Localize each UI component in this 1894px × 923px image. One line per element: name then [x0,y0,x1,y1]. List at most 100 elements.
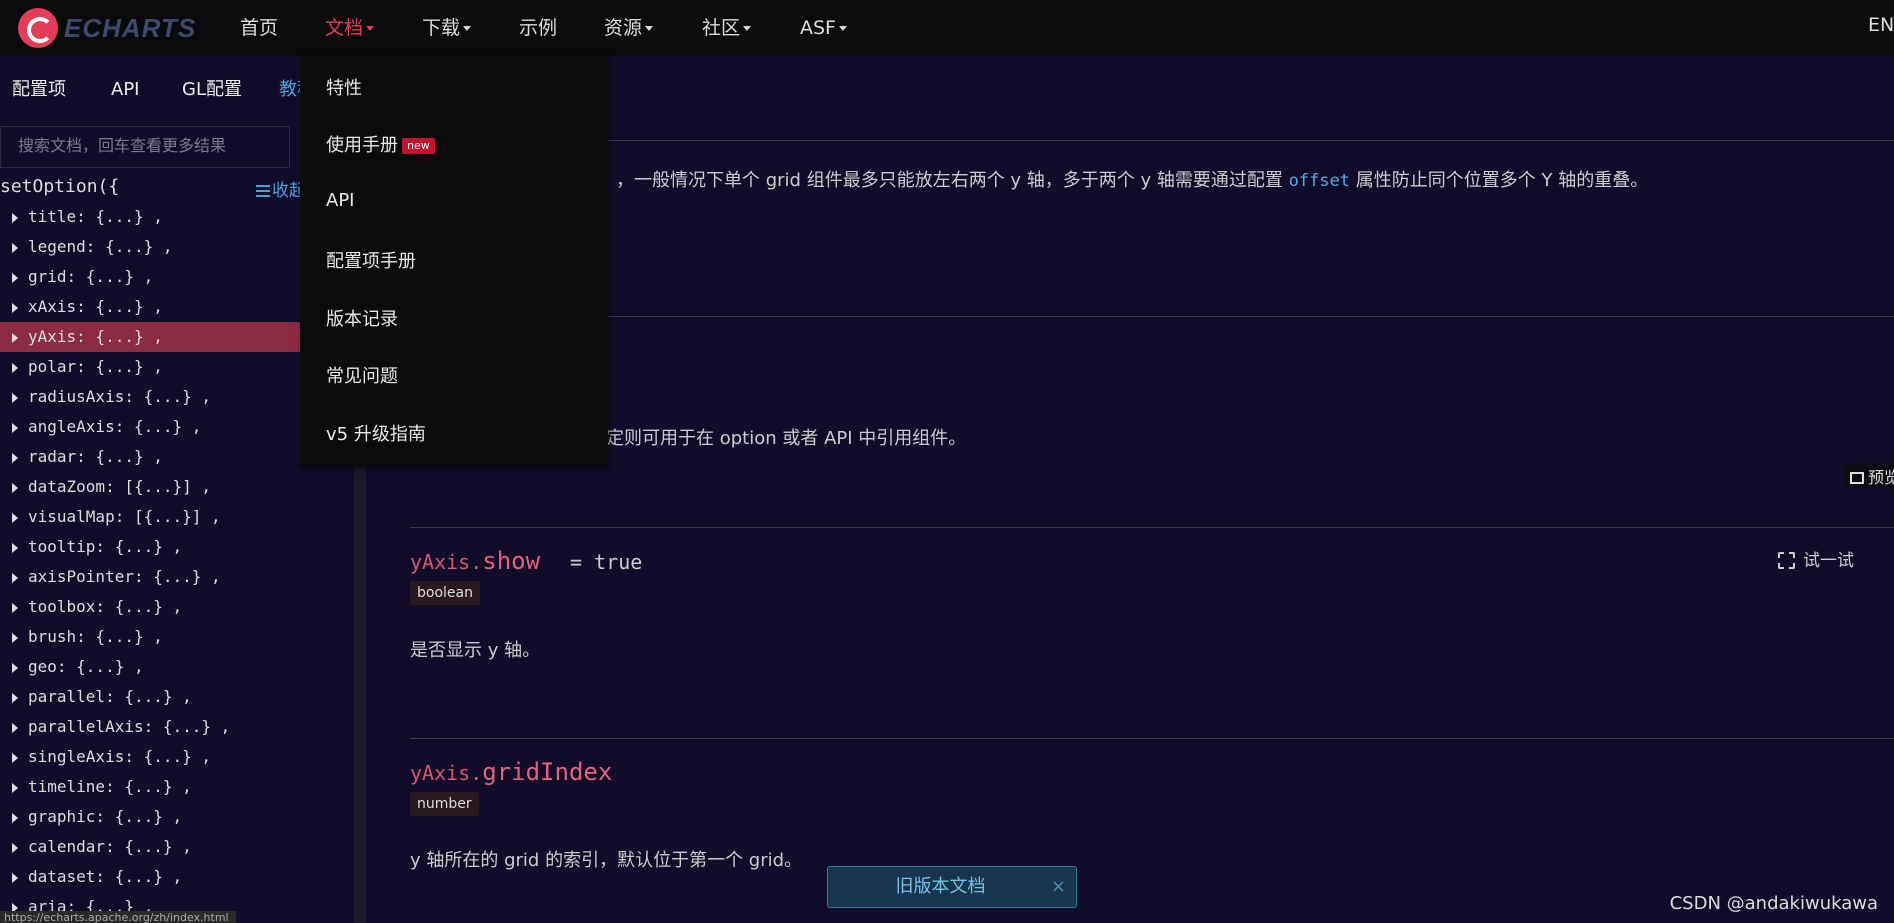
tree-item[interactable]: toolbox: {...} , [0,592,300,622]
echarts-logo-icon [18,8,58,48]
menu-item-handbook[interactable]: 使用手册 new [326,131,435,157]
nav-resources[interactable]: 资源 [604,14,654,42]
preview-button[interactable]: 预览 [1844,464,1894,488]
tree-item[interactable]: xAxis: {...} , [0,292,300,322]
expand-triangle-icon[interactable] [12,512,18,523]
expand-triangle-icon[interactable] [12,722,18,733]
logo-text: ECHARTS [64,12,197,43]
tree-item-label: xAxis: {...} , [28,297,163,316]
expand-triangle-icon[interactable] [12,752,18,763]
tree-item-label: timeline: {...} , [28,777,192,796]
expand-triangle-icon[interactable] [12,272,18,283]
expand-triangle-icon[interactable] [12,812,18,823]
expand-triangle-icon[interactable] [12,662,18,673]
expand-triangle-icon[interactable] [12,362,18,373]
menu-item-v5-upgrade[interactable]: v5 升级指南 [326,420,426,446]
expand-triangle-icon[interactable] [12,542,18,553]
tree-item[interactable]: title: {...} , [0,202,300,232]
expand-triangle-icon[interactable] [12,332,18,343]
expand-triangle-icon[interactable] [12,872,18,883]
option-description: 是否显示 y 轴。 [410,640,541,661]
tree-item-label: radiusAxis: {...} , [28,387,212,406]
divider [410,527,1894,528]
expand-triangle-icon[interactable] [12,782,18,793]
id-description: 定则可用于在 option 或者 API 中引用组件。 [606,428,967,449]
expand-triangle-icon[interactable] [12,302,18,313]
expand-triangle-icon[interactable] [12,842,18,853]
type-badge: boolean [410,581,480,605]
tree-item[interactable]: parallel: {...} , [0,682,300,712]
tree-item[interactable]: angleAxis: {...} , [0,412,300,442]
expand-triangle-icon[interactable] [12,422,18,433]
tree-item[interactable]: axisPointer: {...} , [0,562,300,592]
tree-item-label: geo: {...} , [28,657,144,676]
close-icon[interactable]: × [1051,867,1066,907]
legacy-docs-link[interactable]: 旧版本文档 [828,867,1053,907]
tree-item[interactable]: grid: {...} , [0,262,300,292]
preview-icon [1850,472,1864,484]
tree-item[interactable]: calendar: {...} , [0,832,300,862]
expand-triangle-icon[interactable] [12,692,18,703]
sidebar: 配置项 API GL配置 教程 setOption({ 收起 title: {.… [0,56,300,923]
option-description: y 轴所在的 grid 的索引，默认位于第一个 grid。 [410,850,803,871]
tree-item-label: dataset: {...} , [28,867,183,886]
tree-item[interactable]: graphic: {...} , [0,802,300,832]
type-badge: number [410,792,479,816]
tree-item[interactable]: radiusAxis: {...} , [0,382,300,412]
nav-docs[interactable]: 文档 [325,14,375,42]
tab-api[interactable]: API [111,70,139,110]
expand-triangle-icon[interactable] [12,452,18,463]
menu-item-faq[interactable]: 常见问题 [326,362,398,388]
tree-item[interactable]: brush: {...} , [0,622,300,652]
option-heading-gridindex: yAxis.gridIndex [410,758,613,786]
try-it-button[interactable]: 试一试 [1778,546,1854,571]
tree-item[interactable]: yAxis: {...} , [0,322,300,352]
collapse-button[interactable]: 收起 [256,176,300,201]
expand-triangle-icon[interactable] [12,212,18,223]
nav-asf[interactable]: ASF [800,14,847,42]
status-bar-url: https://echarts.apache.org/zh/index.html [0,911,236,923]
expand-triangle-icon[interactable] [12,572,18,583]
tree-item[interactable]: tooltip: {...} , [0,532,300,562]
divider [410,738,1894,739]
tree-item[interactable]: parallelAxis: {...} , [0,712,300,742]
nav-home[interactable]: 首页 [240,14,278,42]
expand-triangle-icon[interactable] [12,242,18,253]
tree-item-label: toolbox: {...} , [28,597,183,616]
divider [410,316,1894,317]
expand-triangle-icon[interactable] [12,632,18,643]
tree-item-label: calendar: {...} , [28,837,192,856]
echarts-logo[interactable]: ECHARTS [18,6,198,50]
expand-triangle-icon[interactable] [12,392,18,403]
menu-item-features[interactable]: 特性 [326,74,362,100]
tree-item[interactable]: legend: {...} , [0,232,300,262]
expand-triangle-icon[interactable] [12,602,18,613]
nav-download[interactable]: 下载 [422,14,472,42]
expand-triangle-icon[interactable] [12,482,18,493]
tree-item[interactable]: polar: {...} , [0,352,300,382]
menu-item-api[interactable]: API [326,190,354,211]
option-root: setOption({ [0,176,120,197]
tree-item-label: polar: {...} , [28,357,163,376]
tree-item[interactable]: radar: {...} , [0,442,300,472]
tree-item[interactable]: geo: {...} , [0,652,300,682]
tree-item-label: dataZoom: [{...}] , [28,477,212,496]
tree-item-label: legend: {...} , [28,237,173,256]
language-switch[interactable]: EN [1868,14,1894,36]
tab-gl-option[interactable]: GL配置 [182,70,242,110]
tree-item[interactable]: dataset: {...} , [0,862,300,892]
tab-option[interactable]: 配置项 [12,70,66,110]
tab-tutorial[interactable]: 教程 [279,70,300,110]
option-tree: title: {...} , legend: {...} , grid: {...}… [0,202,300,922]
nav-examples[interactable]: 示例 [519,14,557,42]
tree-item[interactable]: visualMap: [{...}] , [0,502,300,532]
nav-community[interactable]: 社区 [702,14,752,42]
tree-item[interactable]: dataZoom: [{...}] , [0,472,300,502]
tree-item[interactable]: timeline: {...} , [0,772,300,802]
menu-item-changelog[interactable]: 版本记录 [326,305,398,331]
new-badge: new [402,138,435,154]
sidebar-tabs: 配置项 API GL配置 教程 [0,70,300,110]
search-input[interactable] [0,126,290,168]
tree-item[interactable]: singleAxis: {...} , [0,742,300,772]
menu-item-option-manual[interactable]: 配置项手册 [326,247,416,273]
